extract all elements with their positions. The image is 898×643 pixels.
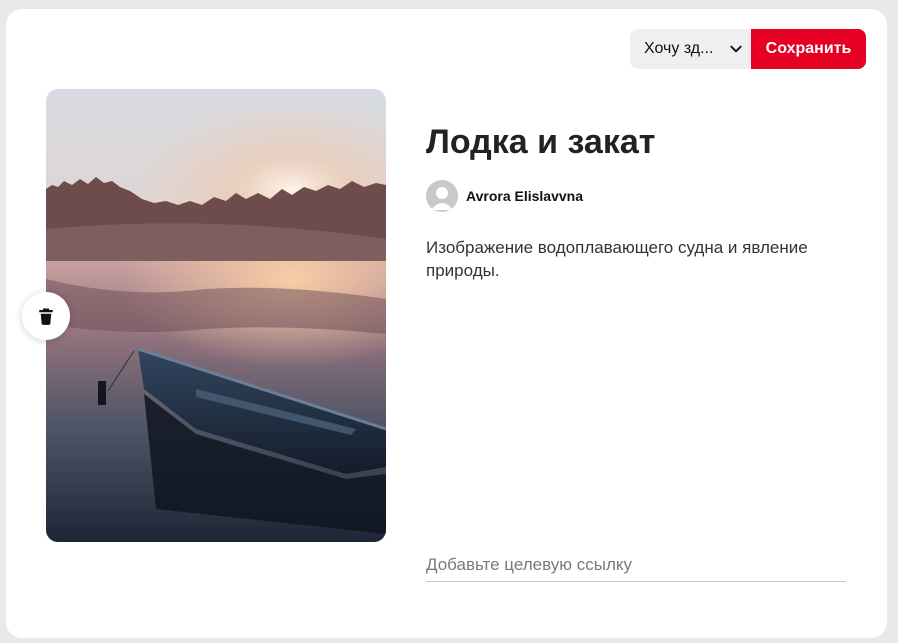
board-select[interactable]: Хочу зд... — [630, 29, 751, 69]
default-avatar-icon — [426, 180, 458, 212]
pin-title[interactable]: Лодка и закат — [426, 123, 655, 162]
pin-image — [46, 89, 386, 542]
author-name: Avrora Elislavvna — [466, 188, 583, 204]
author-info[interactable]: Avrora Elislavvna — [426, 180, 583, 212]
delete-button[interactable] — [22, 292, 70, 340]
board-select-label: Хочу зд... — [644, 40, 714, 57]
pin-description[interactable]: Изображение водоплавающего судна и явлен… — [426, 236, 846, 282]
save-button[interactable]: Сохранить — [751, 29, 866, 69]
chevron-down-icon — [730, 45, 742, 53]
destination-link-input[interactable] — [426, 549, 846, 582]
pin-toolbar: Хочу зд... Сохранить — [630, 29, 866, 69]
pin-edit-card: Хочу зд... Сохранить Лодка и закат Avror… — [6, 9, 887, 638]
trash-icon — [39, 308, 53, 325]
